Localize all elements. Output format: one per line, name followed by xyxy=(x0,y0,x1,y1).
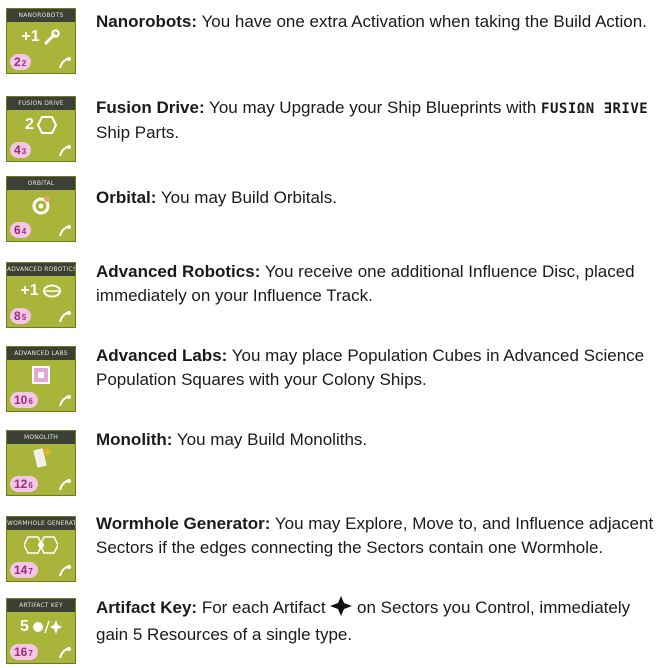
cost-badge: 22 xyxy=(10,54,32,70)
wrench-icon xyxy=(43,28,61,46)
tech-tile: ORBITAL 64 xyxy=(6,176,76,242)
tile-effect xyxy=(7,532,75,558)
cost-badge: 147 xyxy=(10,562,38,578)
tech-tile: MONOLITH 126 xyxy=(6,430,76,496)
tech-name: Nanorobots: xyxy=(96,12,198,31)
science-icon xyxy=(58,224,72,238)
cost-badge: 85 xyxy=(10,308,32,324)
tech-description: Nanorobots: You have one extra Activatio… xyxy=(96,12,647,31)
science-icon xyxy=(58,310,72,324)
population-square-icon xyxy=(31,365,51,385)
cost-badge: 126 xyxy=(10,476,38,492)
tech-description: Monolith: You may Build Monoliths. xyxy=(96,430,368,449)
orbital-icon xyxy=(30,194,52,216)
effect-text: +1 xyxy=(21,28,40,45)
effect-text: +1 xyxy=(20,282,39,299)
tech-description: Orbital: You may Build Orbitals. xyxy=(96,188,337,207)
tile-label: MONOLITH xyxy=(7,431,75,444)
cost-badge: 167 xyxy=(10,644,38,660)
tech-tile: ADVANCED LABS 106 xyxy=(6,346,76,412)
tech-name: Monolith: xyxy=(96,430,173,449)
cost-badge: 106 xyxy=(10,392,38,408)
science-icon xyxy=(58,144,72,158)
tech-tile: WORMHOLE GENERATOR 147 xyxy=(6,516,76,582)
tech-name: Advanced Robotics: xyxy=(96,262,261,281)
science-icon xyxy=(58,564,72,578)
tech-name: Artifact Key: xyxy=(96,598,198,617)
tech-tile: ADVANCED ROBOTICS +1 85 xyxy=(6,262,76,328)
tech-name: Orbital: xyxy=(96,188,157,207)
tech-tile: NANOROBOTS +1 22 xyxy=(6,8,76,74)
effect-text: 5 xyxy=(20,618,29,635)
tile-label: NANOROBOTS xyxy=(7,9,75,22)
tech-description: Wormhole Generator: You may Explore, Mov… xyxy=(96,514,654,557)
tile-effect xyxy=(7,192,75,218)
resource-artifact-icon xyxy=(32,619,62,635)
tile-label: ORBITAL xyxy=(7,177,75,190)
tech-description: Advanced Robotics: You receive one addit… xyxy=(96,262,635,305)
cost-badge: 43 xyxy=(10,142,32,158)
science-icon xyxy=(58,394,72,408)
hexagon-icon xyxy=(36,116,57,134)
tile-effect xyxy=(7,446,75,472)
tile-effect xyxy=(7,362,75,388)
tile-label: ADVANCED ROBOTICS xyxy=(7,263,75,276)
tile-label: FUSION DRIVE xyxy=(7,97,75,110)
tech-description: Advanced Labs: You may place Population … xyxy=(96,346,645,389)
tile-label: ADVANCED LABS xyxy=(7,347,75,360)
influence-disc-icon xyxy=(42,283,62,299)
tech-name: Advanced Labs: xyxy=(96,346,228,365)
tech-description: Artifact Key: For each Artifact on Secto… xyxy=(96,596,631,644)
tech-name: Wormhole Generator: xyxy=(96,514,271,533)
science-icon xyxy=(58,646,72,660)
tech-description: Fusion Drive: You may Upgrade your Ship … xyxy=(96,98,649,142)
tech-name: Fusion Drive: xyxy=(96,98,205,117)
cost-badge: 64 xyxy=(10,222,32,238)
monolith-icon xyxy=(30,447,52,471)
tech-tile: ARTIFACT KEY 5 167 xyxy=(6,598,76,664)
effect-text: 2 xyxy=(25,116,34,133)
artifact-icon xyxy=(330,596,353,623)
wormhole-icon xyxy=(24,536,58,554)
tile-label: ARTIFACT KEY xyxy=(7,599,75,612)
tile-label: WORMHOLE GENERATOR xyxy=(7,517,75,530)
science-icon xyxy=(58,478,72,492)
tile-effect: +1 xyxy=(7,278,75,304)
tech-tile: FUSION DRIVE 2 43 xyxy=(6,96,76,162)
fusion-drive-tag: FUSIΩN ƎRIVE xyxy=(541,101,649,117)
science-icon xyxy=(58,56,72,70)
tile-effect: 2 xyxy=(7,112,75,138)
tile-effect: 5 xyxy=(7,614,75,640)
tile-effect: +1 xyxy=(7,24,75,50)
